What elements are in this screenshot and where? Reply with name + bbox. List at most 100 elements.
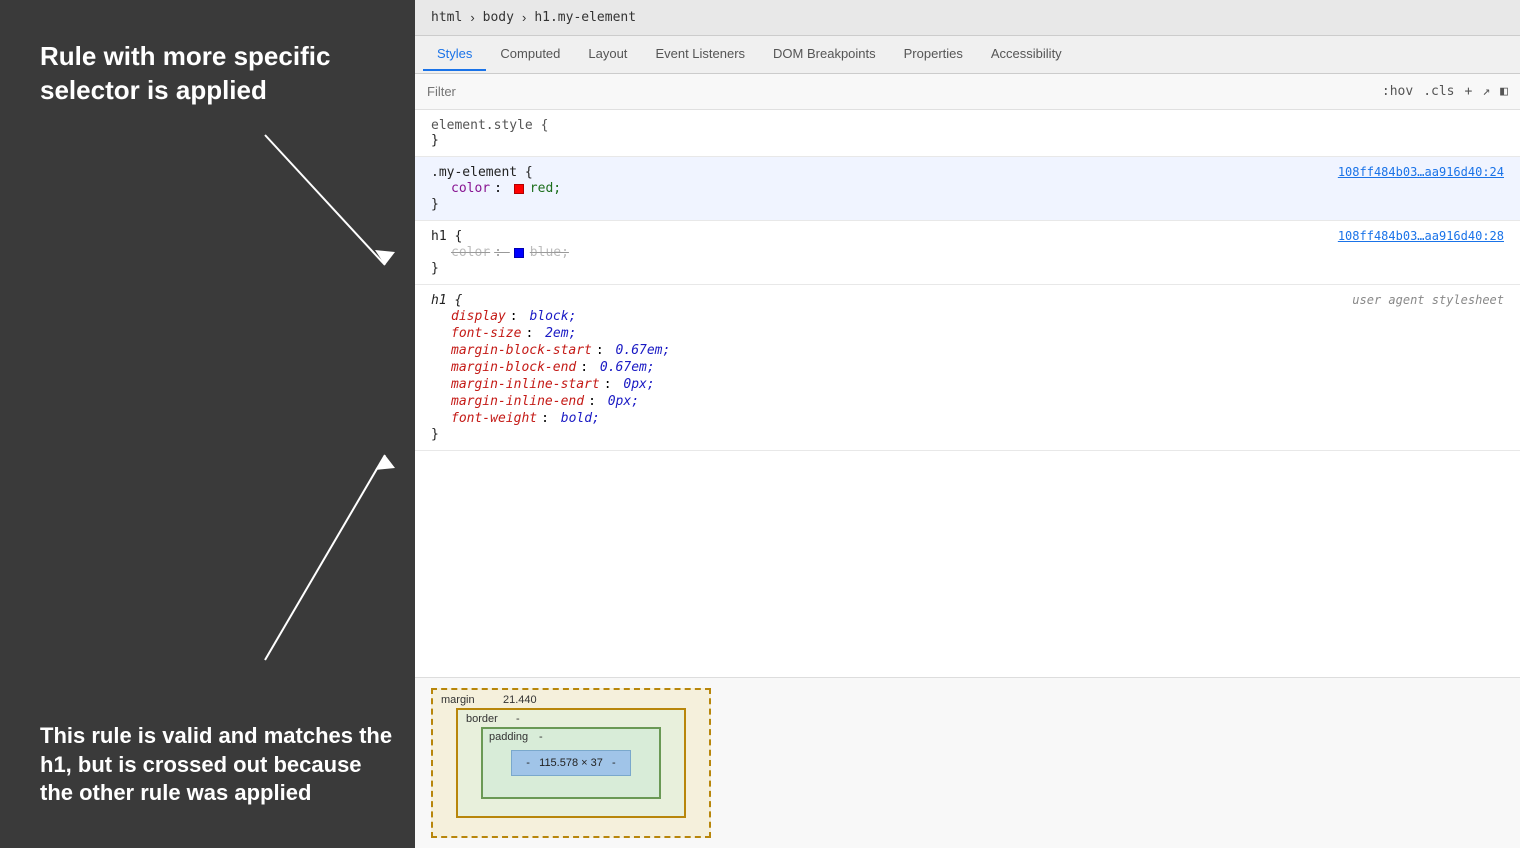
css-colon-ua-4: : [580,360,596,375]
new-rule-button[interactable]: ↗ [1482,84,1490,99]
css-prop-value-font-weight: bold; [561,411,600,426]
css-prop-margin-block-end: margin-block-end : 0.67em; [451,359,1504,376]
bm-border-box: border - padding - - 115.578 × 37 - [456,708,686,818]
bm-content-value: 115.578 × 37 [539,757,603,769]
css-colon-ua-2: : [525,326,541,341]
css-prop-value-margin-inline-start: 0px; [623,377,654,392]
color-swatch-red[interactable] [514,184,524,194]
filter-bar: :hov .cls + ↗ ◧ [415,74,1520,110]
rule-h1-strikethrough-selector: h1 { [431,229,462,244]
css-prop-color-blue: color : blue; [451,244,1504,261]
rule-h1-ua-selector: h1 { [431,293,462,308]
tab-accessibility[interactable]: Accessibility [977,38,1076,71]
tab-layout[interactable]: Layout [574,38,641,71]
breadcrumb-h1[interactable]: h1.my-element [534,10,636,25]
css-prop-margin-inline-end: margin-inline-end : 0px; [451,393,1504,410]
annotation-bottom: This rule is valid and matches the h1, b… [40,722,395,818]
rule-h1-ua-close: } [431,427,439,442]
css-prop-value-blue: blue; [530,245,569,260]
rule-h1-ua: h1 { user agent stylesheet display : blo… [415,285,1520,451]
rule-h1-ua-body: display : block; font-size : 2em; margin… [431,308,1504,427]
filter-input[interactable] [427,84,1382,99]
color-swatch-blue[interactable] [514,248,524,258]
css-prop-value-display: block; [529,309,576,324]
bm-border-value: - [516,713,520,725]
css-colon-ua-5: : [604,377,620,392]
tab-dom-breakpoints[interactable]: DOM Breakpoints [759,38,890,71]
rule-my-element-close: } [431,197,439,212]
css-prop-name-font-size: font-size [451,326,521,341]
filter-actions: :hov .cls + ↗ ◧ [1382,84,1508,99]
element-style-close: } [431,133,439,148]
css-colon-1: : [494,181,510,196]
rule-h1-strikethrough: h1 { 108ff484b03…aa916d40:28 color : blu… [415,221,1520,285]
css-prop-name-color: color [451,181,490,196]
css-prop-value-margin-inline-end: 0px; [608,394,639,409]
css-rules: element.style { } .my-element { 108ff484… [415,110,1520,677]
rule-my-element-body: color : red; [431,180,1504,197]
css-prop-name-margin-inline-start: margin-inline-start [451,377,600,392]
annotation-top: Rule with more specific selector is appl… [40,30,395,108]
bm-dash-left: - [526,757,536,769]
tab-properties[interactable]: Properties [890,38,977,71]
css-prop-name-font-weight: font-weight [451,411,537,426]
rule-h1-strikethrough-body: color : blue; [431,244,1504,261]
tab-event-listeners[interactable]: Event Listeners [641,38,759,71]
bm-padding-value: - [539,731,543,743]
css-prop-value-margin-block-start: 0.67em; [616,343,671,358]
sidebar-toggle-button[interactable]: ◧ [1500,84,1508,99]
css-prop-name-color-blue: color [451,245,490,260]
bm-padding-box: padding - - 115.578 × 37 - [481,727,661,799]
rule-element-style: element.style { } [415,110,1520,157]
css-prop-display: display : block; [451,308,1504,325]
rule-h1-strikethrough-close: } [431,261,439,276]
css-prop-font-size: font-size : 2em; [451,325,1504,342]
add-rule-button[interactable]: + [1465,84,1473,99]
rule-my-element: .my-element { 108ff484b03…aa916d40:24 co… [415,157,1520,221]
bm-padding-label: padding [489,731,528,743]
bm-margin-label: margin [441,694,475,706]
devtools-panel: html › body › h1.my-element Styles Compu… [415,0,1520,848]
box-model-area: margin 21.440 border - padding - - 115.5… [415,677,1520,848]
tab-computed[interactable]: Computed [486,38,574,71]
bm-margin-value: 21.440 [503,694,537,706]
annotation-top-text: Rule with more specific selector is appl… [40,40,360,108]
left-panel: Rule with more specific selector is appl… [0,0,415,848]
css-prop-name-margin-inline-end: margin-inline-end [451,394,584,409]
breadcrumb-body[interactable]: body [483,10,514,25]
breadcrumb-html[interactable]: html [431,10,462,25]
css-colon-ua-7: : [541,411,557,426]
css-prop-value-font-size: 2em; [545,326,576,341]
hov-button[interactable]: :hov [1382,84,1413,99]
css-prop-margin-inline-start: margin-inline-start : 0px; [451,376,1504,393]
annotation-bottom-text: This rule is valid and matches the h1, b… [40,722,395,808]
css-prop-margin-block-start: margin-block-start : 0.67em; [451,342,1504,359]
rule-h1-strikethrough-source[interactable]: 108ff484b03…aa916d40:28 [1338,229,1504,243]
bm-border-label: border [466,713,498,725]
bm-content-box: - 115.578 × 37 - [511,750,630,776]
css-colon-2: : [494,245,510,260]
element-style-selector: element.style { [431,118,548,133]
css-colon-ua-3: : [596,343,612,358]
css-colon-ua-1: : [510,309,526,324]
css-prop-name-display: display [451,309,506,324]
box-model-diagram: margin 21.440 border - padding - - 115.5… [431,688,711,838]
css-prop-value-margin-block-end: 0.67em; [600,360,655,375]
css-prop-font-weight: font-weight : bold; [451,410,1504,427]
breadcrumb-bar: html › body › h1.my-element [415,0,1520,36]
css-colon-ua-6: : [588,394,604,409]
rule-h1-strikethrough-header: h1 { 108ff484b03…aa916d40:28 [431,229,1504,244]
bm-dash-right: - [606,757,616,769]
tab-styles[interactable]: Styles [423,38,486,71]
css-prop-color-red: color : red; [451,180,1504,197]
tabs-bar: Styles Computed Layout Event Listeners D… [415,36,1520,74]
rule-h1-ua-header: h1 { user agent stylesheet [431,293,1504,308]
rule-element-style-header: element.style { [431,118,1504,133]
css-prop-value-red: red; [530,181,561,196]
rule-h1-ua-source: user agent stylesheet [1352,293,1504,307]
css-prop-name-margin-block-end: margin-block-end [451,360,576,375]
rule-my-element-header: .my-element { 108ff484b03…aa916d40:24 [431,165,1504,180]
cls-button[interactable]: .cls [1423,84,1454,99]
rule-my-element-source[interactable]: 108ff484b03…aa916d40:24 [1338,165,1504,179]
breadcrumb-sep-1: › [470,10,474,25]
